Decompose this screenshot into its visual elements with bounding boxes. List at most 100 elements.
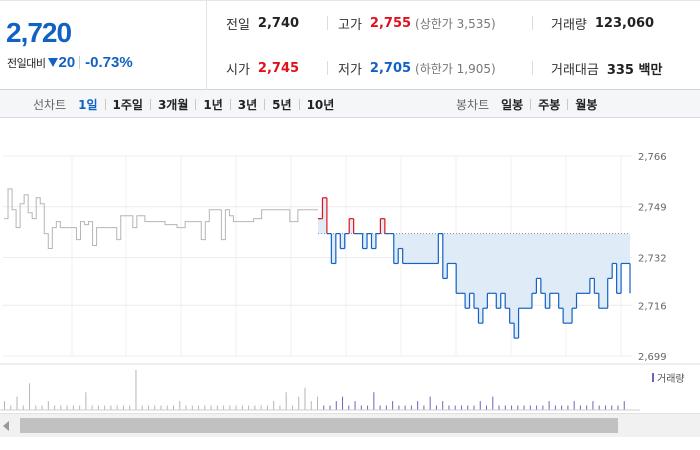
volume-bar xyxy=(360,405,362,410)
volume-bar xyxy=(154,405,156,410)
chart-scrollbar[interactable] xyxy=(0,413,700,437)
volume-bar xyxy=(60,405,62,410)
volume-bar xyxy=(285,392,287,410)
volume-legend-label: 거래량 xyxy=(657,373,685,385)
volume-bar xyxy=(348,405,350,410)
stat-volume: 거래량 123,060 xyxy=(551,1,654,45)
volume-bar xyxy=(542,405,544,410)
volume-bar xyxy=(385,405,387,410)
stat-prev-close: 전일 2,740 xyxy=(226,1,299,45)
volume-bar xyxy=(473,405,475,410)
volume-bar xyxy=(97,405,99,410)
quote-header: 2,720 전일대비 20 -0.73% 전일 2,740 고가 2,755 (상한… xyxy=(0,0,700,90)
stat-label: 거래량 xyxy=(551,17,587,33)
price-fill-area xyxy=(318,197,630,339)
stat-open: 시가 2,745 xyxy=(226,46,299,90)
volume-bar xyxy=(417,401,419,410)
volume-bar xyxy=(173,405,175,410)
volume-bar xyxy=(367,405,369,410)
volume-bar xyxy=(536,405,538,410)
stat-label: 시가 xyxy=(226,62,250,78)
change-label: 전일대비 xyxy=(7,57,46,70)
volume-bar xyxy=(223,405,225,410)
volume-bar xyxy=(511,405,513,410)
volume-bar xyxy=(298,396,300,410)
volume-bar xyxy=(79,405,81,410)
tab-3month[interactable]: 3개월 xyxy=(158,96,188,113)
scroll-left-arrow-icon[interactable] xyxy=(3,421,9,431)
volume-bar xyxy=(191,405,193,410)
volume-bar xyxy=(592,401,594,410)
down-triangle-icon xyxy=(48,58,59,67)
stat-value: 335 백만 xyxy=(606,62,663,78)
chart-tabs-bar: 선차트 1일 1주일 3개월 1년 3년 5년 10년 봉차트 일봉 주봉 월봉 xyxy=(0,90,700,118)
volume-bar xyxy=(116,405,118,410)
volume-bar xyxy=(147,405,149,410)
volume-bar xyxy=(373,392,375,410)
volume-bar xyxy=(442,401,444,410)
volume-bar xyxy=(460,405,462,410)
divider xyxy=(327,61,328,75)
volume-bar xyxy=(398,405,400,410)
stat-value: 2,705 xyxy=(369,60,412,76)
volume-bar xyxy=(235,405,237,410)
y-tick-label: 2,766 xyxy=(638,152,667,163)
volume-bar xyxy=(517,405,519,410)
volume-bar xyxy=(492,396,494,410)
divider xyxy=(195,98,197,110)
volume-bar xyxy=(486,405,488,410)
volume-bar xyxy=(260,405,262,410)
volume-bar xyxy=(586,405,588,410)
tab-3year[interactable]: 3년 xyxy=(238,96,257,113)
tab-weekly[interactable]: 주봉 xyxy=(538,96,560,113)
volume-bar xyxy=(273,401,275,410)
tab-1week[interactable]: 1주일 xyxy=(113,96,143,113)
divider xyxy=(327,16,328,30)
volume-bar xyxy=(579,405,581,410)
stat-sub: (상한가 3,535) xyxy=(415,16,496,31)
stat-value: 2,740 xyxy=(257,15,300,31)
candle-chart-tabs: 봉차트 일봉 주봉 월봉 xyxy=(456,90,597,118)
volume-bar xyxy=(54,405,56,410)
volume-bar xyxy=(179,401,181,410)
volume-bar xyxy=(229,405,231,410)
volume-bar xyxy=(160,405,162,410)
divider xyxy=(229,98,231,110)
stat-label: 저가 xyxy=(338,62,362,78)
volume-bar xyxy=(304,387,306,410)
volume-bar xyxy=(248,405,250,410)
tab-monthly[interactable]: 월봉 xyxy=(575,96,597,113)
tab-5year[interactable]: 5년 xyxy=(272,96,291,113)
volume-bar xyxy=(266,405,268,410)
divider xyxy=(104,98,106,110)
volume-bar xyxy=(35,405,37,410)
volume-bar xyxy=(91,405,93,410)
tab-daily[interactable]: 일봉 xyxy=(501,96,523,113)
volume-bar xyxy=(498,405,500,410)
volume-bar xyxy=(623,401,625,410)
y-tick-label: 2,749 xyxy=(638,203,667,214)
volume-bar xyxy=(429,396,431,410)
divider xyxy=(530,98,532,110)
volume-bar xyxy=(529,405,531,410)
volume-bar xyxy=(135,370,137,410)
divider xyxy=(532,16,533,30)
stat-label: 전일 xyxy=(226,17,250,33)
tab-1day[interactable]: 1일 xyxy=(78,96,97,113)
volume-bar xyxy=(329,405,331,410)
tab-10year[interactable]: 10년 xyxy=(307,96,335,113)
volume-bar xyxy=(41,405,43,410)
y-tick-label: 2,699 xyxy=(638,352,667,363)
price-chart: 2,766 2,749 2,732 2,716 2,699 거래량 xyxy=(0,118,700,413)
divider xyxy=(264,98,266,110)
tab-1year[interactable]: 1년 xyxy=(203,96,222,113)
stat-value: 2,755 xyxy=(369,15,412,31)
bottom-space xyxy=(0,437,700,450)
stat-label: 거래대금 xyxy=(551,62,599,78)
scroll-thumb[interactable] xyxy=(20,418,618,433)
volume-bar xyxy=(567,405,569,410)
volume-bar xyxy=(548,401,550,410)
stat-label: 고가 xyxy=(338,17,362,33)
divider xyxy=(149,98,151,110)
volume-bar xyxy=(10,405,12,410)
